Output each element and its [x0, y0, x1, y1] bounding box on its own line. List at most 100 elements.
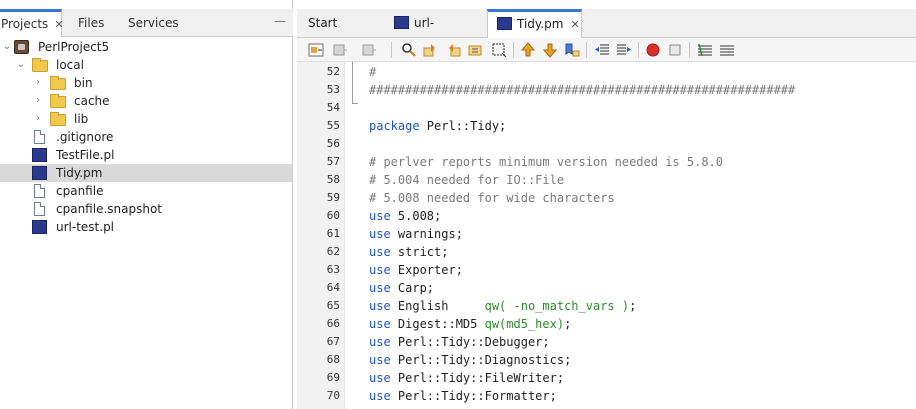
line-number: 57: [326, 155, 340, 168]
line-number: 67: [326, 335, 340, 348]
perl-file-icon: [497, 17, 512, 30]
tree-node-testfile[interactable]: TestFile.pl: [0, 146, 292, 164]
code-line: # perlver reports minimum version needed…: [369, 153, 723, 171]
tree-node-tidy-pm[interactable]: Tidy.pm: [0, 164, 292, 182]
file-icon: [34, 184, 45, 198]
forward-icon[interactable]: [361, 42, 377, 58]
tree-node-local[interactable]: ⌄ local: [0, 56, 292, 74]
line-number: 52: [326, 65, 340, 78]
code-line: #: [369, 63, 376, 81]
tab-start-page[interactable]: Start Page✕: [297, 9, 385, 59]
tree-node-perlproject5[interactable]: ⌄ PerlProject5: [0, 38, 292, 56]
code-comment: # 5.008 needed for wide characters: [369, 191, 615, 205]
folder-icon: [50, 112, 66, 126]
line-number: 53: [326, 83, 340, 96]
line-number: 63: [326, 263, 340, 276]
perl-file-icon: [394, 16, 409, 29]
toolbar-separator: [689, 42, 690, 58]
code-text: Perl::Tidy::Formatter;: [390, 389, 557, 403]
code-keyword: use: [369, 335, 391, 349]
folder-icon: [50, 94, 66, 108]
tree-node-cpanfile[interactable]: cpanfile: [0, 182, 292, 200]
history-icon[interactable]: [308, 42, 324, 58]
tree-label: .gitignore: [56, 130, 114, 144]
code-line: use Perl::Tidy::FileWriter;: [369, 369, 564, 387]
code-text: strict;: [390, 245, 449, 259]
close-icon[interactable]: ✕: [54, 18, 63, 31]
tree-label: cache: [74, 94, 110, 108]
close-icon[interactable]: ✕: [570, 18, 579, 31]
line-number: 62: [326, 245, 340, 258]
code-text: Perl::Tidy::FileWriter;: [390, 371, 565, 385]
projects-panel: Projects ✕ Files Services — ⌄ PerlProject…: [0, 0, 293, 409]
shift-right-icon[interactable]: [616, 42, 632, 58]
tree-node-bin[interactable]: › bin: [0, 74, 292, 92]
code-text: Perl::Tidy::Debugger;: [390, 335, 550, 349]
tree-label: cpanfile.snapshot: [56, 202, 162, 216]
start-macro-icon[interactable]: [645, 42, 661, 58]
line-number: 61: [326, 227, 340, 240]
tab-projects-label: Projects: [1, 17, 49, 31]
back-icon[interactable]: [332, 42, 348, 58]
toggle-rect-select-icon[interactable]: [491, 42, 507, 58]
code-keyword: use: [369, 209, 391, 223]
toolbar-separator: [586, 42, 587, 58]
chevron-down-icon[interactable]: ⌄: [16, 56, 26, 74]
line-number: 56: [326, 137, 340, 150]
tab-files[interactable]: Files: [64, 9, 116, 37]
tree-node-url-test[interactable]: url-test.pl: [0, 218, 292, 236]
code-line: use strict;: [369, 243, 448, 261]
code-comment: # 5.004 needed for IO::File: [369, 173, 565, 187]
toolbar-separator: [513, 42, 514, 58]
find-prev-icon[interactable]: [423, 42, 439, 58]
chevron-down-icon[interactable]: ⌄: [2, 38, 12, 56]
find-next-icon[interactable]: [445, 42, 461, 58]
folder-icon: [32, 58, 48, 72]
editor-tab-bar: Start Page✕ url-test.pl✕ Tidy.pm ✕: [297, 9, 916, 59]
tree-node-cpanfile-snapshot[interactable]: cpanfile.snapshot: [0, 200, 292, 218]
find-icon[interactable]: [401, 42, 417, 58]
code-line: ########################################…: [369, 81, 795, 99]
comment-icon[interactable]: [697, 42, 713, 58]
line-number: 69: [326, 371, 340, 384]
code-line: use Carp;: [369, 279, 434, 297]
code-text: warnings;: [390, 227, 463, 241]
perl-file-icon: [32, 148, 47, 162]
code-quote-words: qw( -no_match_vars ): [484, 299, 630, 313]
tree-node-cache[interactable]: › cache: [0, 92, 292, 110]
code-quote-words: qw(md5_hex): [484, 317, 565, 331]
chevron-right-icon[interactable]: ›: [33, 92, 43, 110]
tree-label: PerlProject5: [38, 40, 110, 54]
tab-label: Tidy.pm: [517, 17, 564, 31]
code-fold-end: [352, 103, 358, 104]
tree-node-gitignore[interactable]: .gitignore: [0, 128, 292, 146]
tree-label: bin: [74, 76, 93, 90]
toggle-highlight-icon[interactable]: [468, 42, 484, 58]
tab-url-test[interactable]: url-test.pl✕: [385, 9, 487, 59]
tree-label: Tidy.pm: [56, 166, 103, 180]
next-bookmark-icon[interactable]: [542, 42, 558, 58]
code-keyword: use: [369, 245, 391, 259]
tree-label: TestFile.pl: [56, 148, 115, 162]
code-keyword: use: [369, 317, 391, 331]
chevron-right-icon[interactable]: ›: [33, 74, 43, 92]
code-keyword: use: [369, 227, 391, 241]
code-line: # 5.008 needed for wide characters: [369, 189, 615, 207]
shift-left-icon[interactable]: [594, 42, 610, 58]
code-line: # 5.004 needed for IO::File: [369, 171, 564, 189]
stop-macro-icon[interactable]: [667, 42, 683, 58]
project-icon: [14, 40, 29, 54]
chevron-right-icon[interactable]: ›: [33, 110, 43, 128]
folder-icon: [50, 76, 66, 90]
tab-services[interactable]: Services: [116, 9, 200, 37]
tab-projects[interactable]: Projects ✕: [0, 9, 64, 38]
tree-label: cpanfile: [56, 184, 104, 198]
code-line: use English qw( -no_match_vars );: [369, 297, 636, 315]
uncomment-icon[interactable]: [719, 42, 735, 58]
tree-node-lib[interactable]: › lib: [0, 110, 292, 128]
code-fold-marker[interactable]: [352, 62, 353, 104]
prev-bookmark-icon[interactable]: [520, 42, 536, 58]
tab-tidy-pm[interactable]: Tidy.pm ✕: [487, 9, 582, 39]
toggle-bookmark-icon[interactable]: [564, 42, 580, 58]
minimize-icon[interactable]: —: [272, 9, 288, 37]
